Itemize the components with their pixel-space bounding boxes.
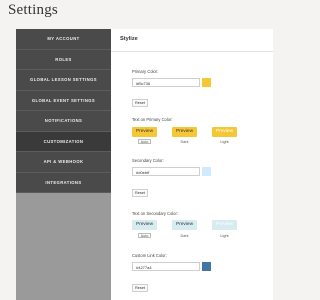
- primary-preview-light[interactable]: Preview: [212, 127, 237, 137]
- secondary-color-label: Secondary Color:: [132, 158, 164, 163]
- sidebar-item-my-account[interactable]: My Account: [16, 29, 111, 50]
- sidebar-item-customization[interactable]: Customization: [16, 131, 115, 152]
- settings-sidebar: My Account Roles Global Lesson Settings …: [16, 29, 115, 300]
- sidebar-item-global-lesson-settings[interactable]: Global Lesson Settings: [16, 70, 111, 91]
- secondary-color-input[interactable]: #d0ebff: [132, 167, 200, 176]
- sidebar-menu: My Account Roles Global Lesson Settings …: [16, 29, 115, 193]
- secondary-option-auto[interactable]: Auto: [138, 233, 151, 238]
- sidebar-item-integrations[interactable]: Integrations: [16, 173, 111, 193]
- panel-title: Stylize: [120, 36, 138, 42]
- secondary-preview-dark[interactable]: Preview: [172, 220, 197, 230]
- primary-color-swatch[interactable]: [202, 78, 211, 87]
- secondary-option-dark[interactable]: Dark: [172, 234, 197, 238]
- custom-link-color-swatch[interactable]: [202, 262, 211, 271]
- custom-link-color-label: Custom Link Color:: [132, 253, 167, 258]
- sidebar-item-global-event-settings[interactable]: Global Event Settings: [16, 91, 111, 111]
- secondary-color-swatch[interactable]: [202, 167, 211, 176]
- primary-color-input[interactable]: #f5c736: [132, 78, 200, 87]
- primary-preview-dark[interactable]: Preview: [172, 127, 197, 137]
- primary-reset-button[interactable]: Reset: [132, 99, 148, 107]
- primary-option-light[interactable]: Light: [212, 140, 237, 144]
- secondary-preview-auto[interactable]: Preview: [132, 220, 157, 230]
- secondary-option-light[interactable]: Light: [212, 234, 237, 238]
- page-title: Settings: [8, 2, 58, 18]
- secondary-preview-light[interactable]: Preview: [212, 220, 237, 230]
- sidebar-item-api-webhook[interactable]: API & Webhook: [16, 152, 111, 173]
- link-reset-button[interactable]: Reset: [132, 284, 148, 292]
- primary-preview-auto[interactable]: Preview: [132, 127, 157, 137]
- text-on-secondary-label: Text on Secondary Color:: [132, 211, 178, 216]
- custom-link-color-input[interactable]: #4277a4: [132, 262, 200, 271]
- primary-option-auto[interactable]: Auto: [138, 139, 151, 144]
- primary-option-dark[interactable]: Dark: [172, 140, 197, 144]
- primary-color-label: Primary Color:: [132, 69, 159, 74]
- panel-header: Stylize: [111, 29, 273, 52]
- sidebar-item-roles[interactable]: Roles: [16, 50, 111, 70]
- stylize-panel: Stylize Primary Color: #f5c736 Reset Tex…: [111, 29, 273, 300]
- text-on-primary-label: Text on Primary Color:: [132, 117, 173, 122]
- sidebar-item-notifications[interactable]: Notifications: [16, 111, 111, 132]
- secondary-reset-button[interactable]: Reset: [132, 189, 148, 197]
